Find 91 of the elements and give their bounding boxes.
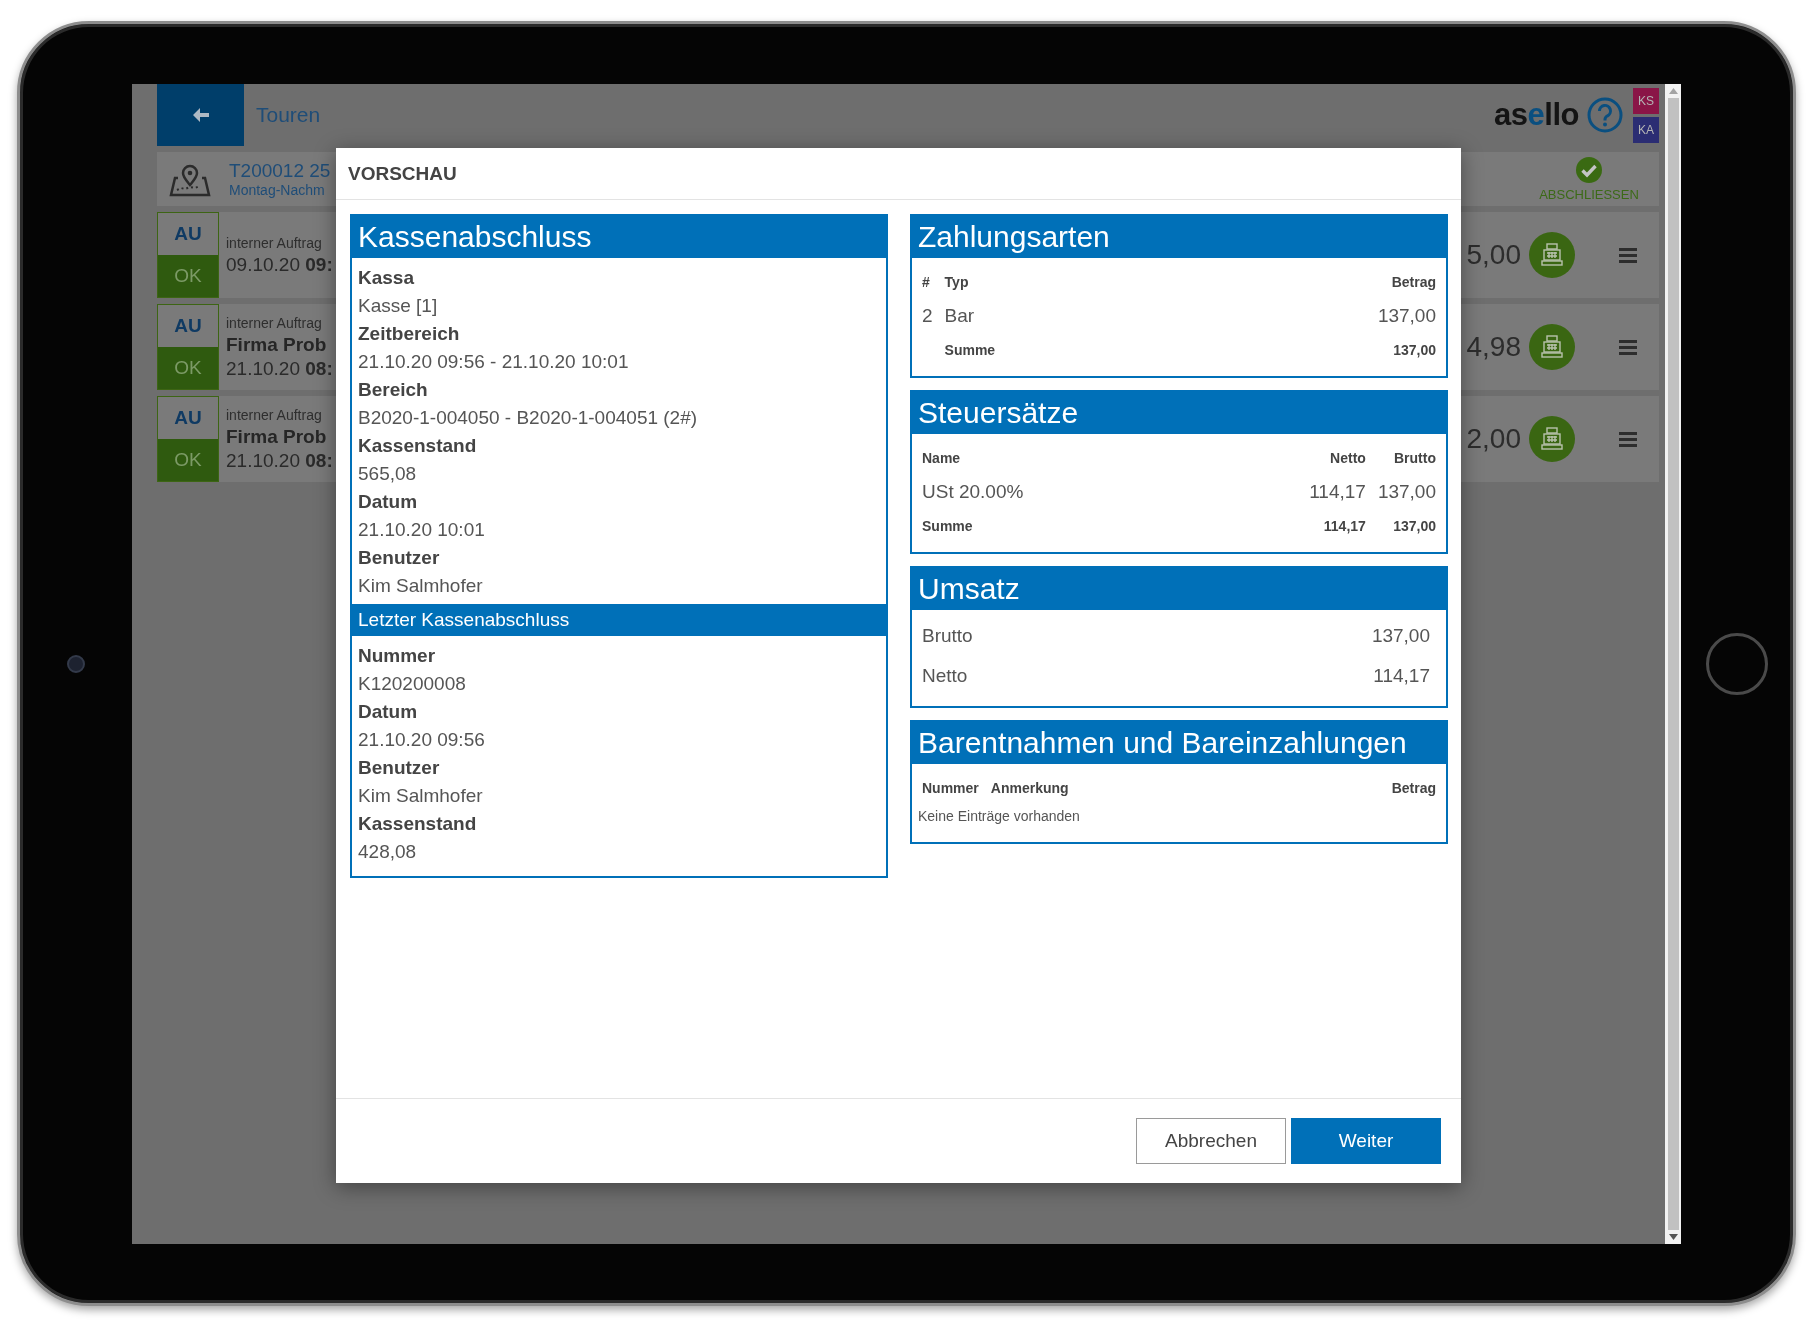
field-label: Nummer (358, 644, 436, 668)
register-button[interactable] (1529, 232, 1575, 278)
logo: asello (1494, 97, 1579, 133)
field-value: 565,08 (358, 462, 417, 486)
register-button[interactable] (1529, 324, 1575, 370)
user-badge[interactable]: KA (1633, 116, 1659, 143)
field-value: Kim Salmhofer (358, 784, 483, 808)
tour-subtitle: Montag-Nachm (229, 182, 325, 198)
field-label: Datum (358, 490, 418, 514)
row-label: Brutto (922, 625, 973, 646)
field-value: 21.10.20 09:56 - 21.10.20 10:01 (358, 350, 629, 374)
total-value: 114,17 (1323, 518, 1366, 534)
column-header: Netto (1330, 450, 1366, 466)
home-button[interactable] (1706, 632, 1768, 695)
field-label: Benutzer (358, 756, 440, 780)
next-button[interactable]: Weiter (1291, 1118, 1441, 1164)
column-header: # (922, 274, 930, 290)
field-value: Kim Salmhofer (358, 574, 483, 598)
order-amount: 5,00 (1466, 239, 1521, 271)
column-header: Name (922, 450, 961, 466)
field-value: 21.10.20 10:01 (358, 518, 485, 542)
customer-name: Firma Prob (226, 333, 327, 357)
field-value: 428,08 (358, 840, 417, 864)
order-category: interner Auftrag (226, 234, 322, 253)
field-label: Zeitbereich (358, 322, 460, 346)
order-amount: 4,98 (1466, 331, 1521, 363)
table-cell: USt 20.00% (922, 481, 1024, 502)
column-header: Anmerkung (990, 780, 1069, 796)
order-category: interner Auftrag (226, 406, 322, 425)
menu-icon[interactable] (1617, 338, 1639, 356)
field-label: Kassa (358, 266, 414, 290)
column-header: Betrag (1391, 274, 1436, 290)
status-badge: OK (158, 255, 218, 297)
check-circle-icon[interactable] (1575, 156, 1603, 184)
cash-register-icon (1539, 334, 1565, 360)
user-badge[interactable]: KS (1633, 87, 1659, 114)
page-title: Touren (256, 103, 322, 127)
field-label: Kassenstand (358, 812, 477, 836)
row-value: 137,00 (1371, 625, 1430, 646)
arrow-left-icon (191, 107, 210, 123)
field-value: Kasse [1] (358, 294, 438, 318)
column-header: Betrag (1391, 780, 1436, 796)
menu-icon[interactable] (1617, 430, 1639, 448)
table-cell: 137,00 (1377, 305, 1436, 326)
order-category: interner Auftrag (226, 314, 322, 333)
status-badge: OK (158, 439, 218, 481)
column-header: Nummer (922, 780, 979, 796)
section-header: Barentnahmen und Bareinzahlungen (912, 722, 1446, 764)
camera-icon (67, 654, 85, 673)
column-header: Brutto (1394, 450, 1436, 466)
order-amount: 2,00 (1466, 423, 1521, 455)
section-header: Umsatz (912, 568, 1446, 610)
field-value: K120200008 (358, 672, 466, 696)
order-date: 21.10.20 08: (226, 357, 333, 381)
register-button[interactable] (1529, 416, 1575, 462)
total-value: 137,00 (1393, 342, 1436, 358)
cash-register-icon (1539, 426, 1565, 452)
field-label: Kassenstand (358, 434, 477, 458)
row-label: Netto (922, 665, 968, 686)
field-value: B2020-1-004050 - B2020-1-004051 (2#) (358, 406, 698, 430)
tour-number: T200012 25 (229, 160, 331, 182)
field-label: Datum (358, 700, 418, 724)
status-badge: OK (158, 347, 218, 389)
table-cell: Bar (944, 305, 975, 326)
customer-name: Firma Prob (226, 425, 327, 449)
section-header: Zahlungsarten (912, 216, 1446, 258)
help-icon[interactable] (1587, 97, 1623, 133)
section-header: Kassenabschluss (352, 216, 886, 258)
field-label: Bereich (358, 378, 428, 402)
field-label: Benutzer (358, 546, 440, 570)
scroll-up-icon[interactable] (1668, 88, 1678, 94)
total-label: Summe (944, 342, 996, 358)
field-value: 21.10.20 09:56 (358, 728, 485, 752)
table-cell: 2 (922, 305, 933, 326)
scroll-down-icon[interactable] (1668, 1234, 1678, 1240)
table-cell: 114,17 (1309, 481, 1366, 502)
subsection-header: Letzter Kassenabschluss (352, 604, 886, 636)
total-value: 137,00 (1393, 518, 1436, 534)
order-date: 09.10.20 09: (226, 253, 333, 277)
scrollbar[interactable] (1665, 84, 1681, 1244)
menu-icon[interactable] (1617, 246, 1639, 264)
row-value: 114,17 (1373, 665, 1430, 686)
order-date: 21.10.20 08: (226, 449, 333, 473)
total-label: Summe (922, 518, 973, 534)
empty-message: Keine Einträge vorhanden (917, 807, 1081, 826)
cash-register-icon (1539, 242, 1565, 268)
table-cell: 137,00 (1377, 481, 1436, 502)
column-header: Typ (944, 274, 969, 290)
section-header: Steuersätze (912, 392, 1446, 434)
dialog-title: VORSCHAU (348, 162, 457, 185)
cancel-button[interactable]: Abbrechen (1136, 1118, 1286, 1164)
